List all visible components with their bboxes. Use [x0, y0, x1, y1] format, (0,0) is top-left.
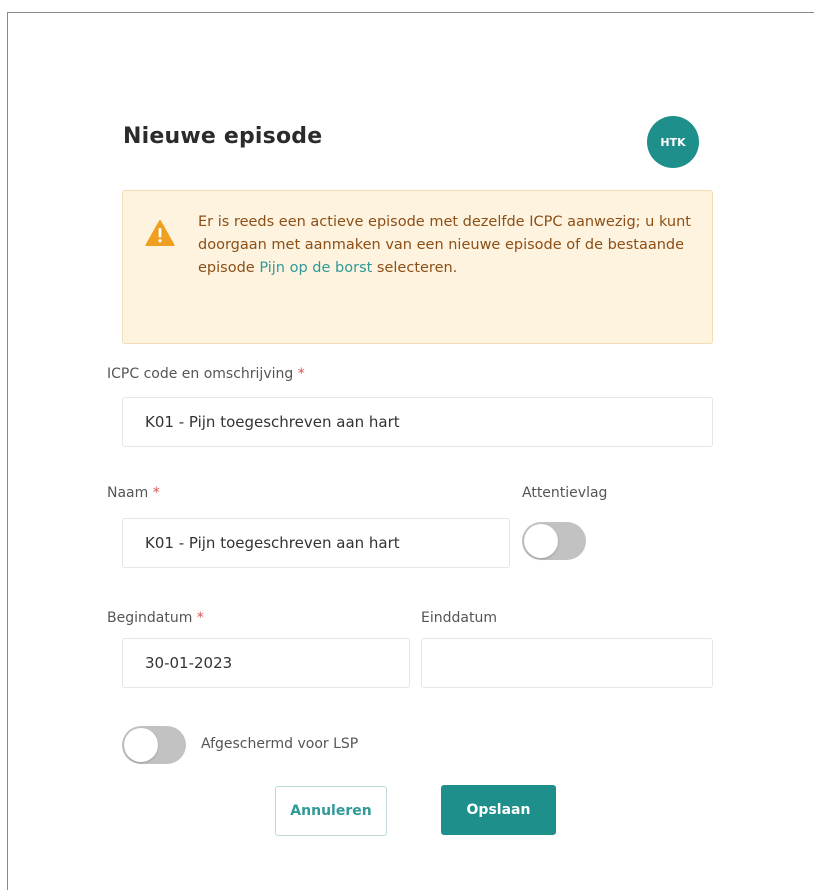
frame-border-top [7, 12, 814, 13]
required-marker: * [152, 485, 160, 501]
duplicate-episode-alert: Er is reeds een actieve episode met deze… [122, 190, 713, 344]
naam-label: Naam * [107, 485, 160, 501]
alert-text-after-link: selecteren. [372, 260, 458, 276]
begindatum-input[interactable]: 30-01-2023 [122, 638, 410, 688]
frame-border-left [7, 12, 8, 890]
required-marker: * [196, 610, 204, 626]
required-marker: * [297, 366, 305, 382]
toggle-knob [524, 524, 558, 558]
cancel-button[interactable]: Annuleren [275, 786, 387, 836]
icpc-input[interactable]: K01 - Pijn toegeschreven aan hart [122, 397, 713, 447]
avatar-initials: HTK [660, 135, 686, 149]
icpc-label: ICPC code en omschrijving * [107, 366, 305, 382]
attentievlag-label: Attentievlag [522, 485, 608, 501]
dialog-title: Nieuwe episode [123, 124, 323, 149]
einddatum-input[interactable] [421, 638, 713, 688]
begindatum-label: Begindatum * [107, 610, 204, 626]
einddatum-label: Einddatum [421, 610, 497, 626]
icpc-value: K01 - Pijn toegeschreven aan hart [145, 413, 400, 431]
alert-message: Er is reeds een actieve episode met deze… [198, 211, 696, 280]
save-button[interactable]: Opslaan [441, 785, 556, 835]
afgeschermd-label: Afgeschermd voor LSP [201, 736, 359, 752]
attentievlag-toggle[interactable] [522, 522, 586, 560]
toggle-knob [124, 728, 158, 762]
existing-episode-link[interactable]: Pijn op de borst [259, 260, 372, 276]
naam-value: K01 - Pijn toegeschreven aan hart [145, 534, 400, 552]
user-avatar[interactable]: HTK [647, 116, 699, 168]
warning-triangle-icon [145, 220, 175, 246]
begindatum-value: 30-01-2023 [145, 654, 233, 672]
naam-input[interactable]: K01 - Pijn toegeschreven aan hart [122, 518, 510, 568]
afgeschermd-toggle[interactable] [122, 726, 186, 764]
